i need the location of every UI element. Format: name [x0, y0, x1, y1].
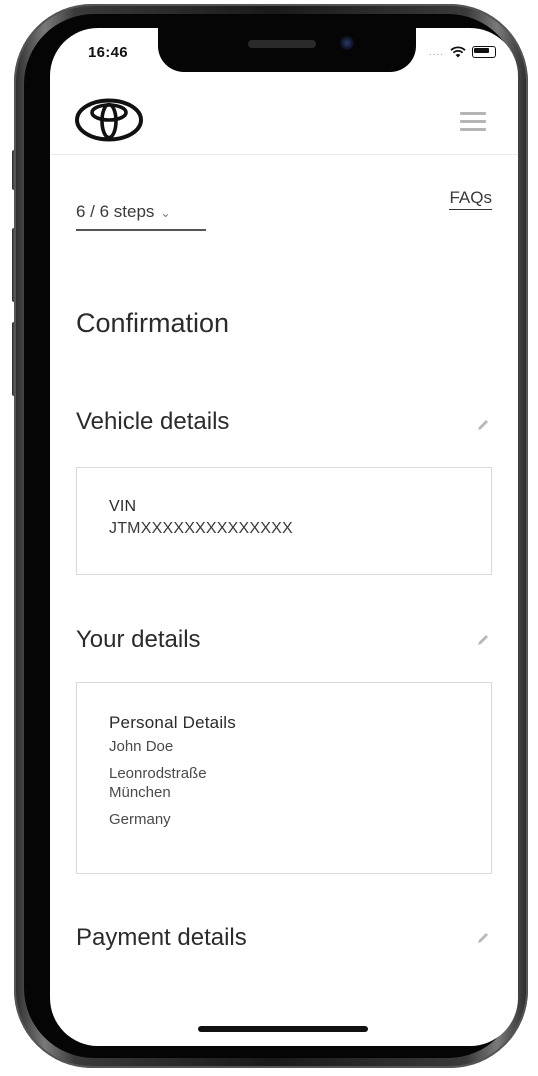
- city-value: München: [109, 784, 171, 801]
- vehicle-details-heading: Vehicle details: [76, 408, 230, 435]
- your-details-heading: Your details: [76, 626, 201, 653]
- notch: [158, 28, 416, 72]
- battery-icon: [472, 46, 496, 58]
- menu-bar: [460, 128, 486, 131]
- pencil-icon[interactable]: [476, 633, 490, 647]
- phone-mockup: 16:46 .... 6 / 6 steps ⌄ FAQs Confirmati…: [0, 0, 538, 1076]
- vehicle-details-card: VIN JTMXXXXXXXXXXXXXX: [76, 467, 492, 575]
- personal-details-heading: Personal Details: [109, 713, 236, 732]
- faqs-link[interactable]: FAQs: [449, 188, 492, 210]
- home-indicator[interactable]: [198, 1026, 368, 1032]
- app-screen: 16:46 .... 6 / 6 steps ⌄ FAQs Confirmati…: [50, 28, 518, 1046]
- signal-dots: ....: [428, 46, 444, 58]
- your-details-card: Personal Details John Doe Leonrodstraße …: [76, 682, 492, 874]
- status-icons: ....: [429, 46, 496, 58]
- name-value: John Doe: [109, 738, 174, 755]
- wifi-icon: [450, 46, 466, 58]
- steps-label: 6 / 6 steps: [76, 202, 155, 221]
- status-time: 16:46: [88, 44, 128, 61]
- steps-dropdown[interactable]: 6 / 6 steps ⌄: [76, 202, 206, 231]
- chevron-down-icon: ⌄: [160, 206, 171, 220]
- hamburger-menu-icon[interactable]: [460, 112, 486, 136]
- vin-label: VIN: [109, 498, 137, 515]
- front-camera-icon: [340, 36, 354, 50]
- payment-details-heading: Payment details: [76, 924, 247, 951]
- menu-bar: [460, 112, 486, 115]
- pencil-icon[interactable]: [476, 931, 490, 945]
- pencil-icon[interactable]: [476, 418, 490, 432]
- country-value: Germany: [109, 811, 171, 828]
- speaker-grille: [248, 40, 316, 48]
- page-title: Confirmation: [76, 308, 230, 338]
- app-header: [50, 84, 518, 155]
- toyota-logo[interactable]: [74, 98, 144, 147]
- toyota-logo-icon: [75, 98, 143, 142]
- menu-bar: [460, 120, 486, 123]
- street-value: Leonrodstraße: [109, 765, 207, 782]
- vin-value: JTMXXXXXXXXXXXXXX: [109, 520, 293, 537]
